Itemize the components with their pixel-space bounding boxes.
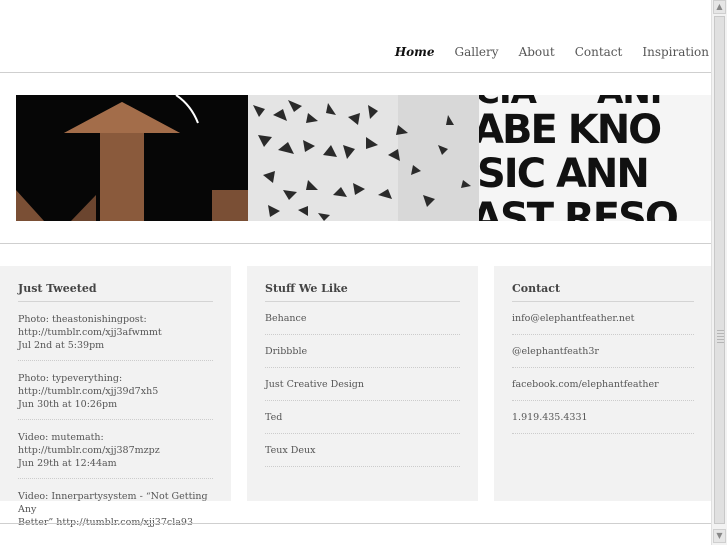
tweet-link[interactable]: http://tumblr.com/xjj3afwmmt xyxy=(18,326,213,339)
grip-icon xyxy=(717,330,724,344)
nav-home[interactable]: Home xyxy=(395,45,435,59)
link-just-creative-design[interactable]: Just Creative Design xyxy=(265,368,460,401)
banner-panel-texture[interactable] xyxy=(247,95,480,221)
contact-twitter[interactable]: @elephantfeath3r xyxy=(512,335,694,368)
tweet-item: Photo: typeverything: http://tumblr.com/… xyxy=(18,361,213,420)
scroll-down-icon[interactable]: ▼ xyxy=(713,529,726,543)
link-ted[interactable]: Ted xyxy=(265,401,460,434)
contact-column: Contact info@elephantfeather.net @elepha… xyxy=(494,266,712,501)
tweet-item: Video: mutemath: http://tumblr.com/xjj38… xyxy=(18,420,213,479)
tweets-column: Just Tweeted Photo: theastonishingpost: … xyxy=(0,266,231,528)
contact-phone: 1.919.435.4331 xyxy=(512,401,694,434)
nav-about[interactable]: About xyxy=(519,45,555,59)
tweet-link[interactable]: http://tumblr.com/xjj39d7xh5 xyxy=(18,385,213,398)
contact-heading: Contact xyxy=(512,266,694,302)
link-teux-deux[interactable]: Teux Deux xyxy=(265,434,460,467)
tweets-heading: Just Tweeted xyxy=(18,266,213,302)
contact-facebook[interactable]: facebook.com/elephantfeather xyxy=(512,368,694,401)
vertical-scrollbar[interactable]: ▲ ▼ xyxy=(711,0,727,545)
tweet-time[interactable]: Jun 29th at 12:44am xyxy=(18,457,213,470)
scrollbar-thumb[interactable] xyxy=(714,16,725,524)
arrow-artwork xyxy=(16,95,248,221)
tweet-time[interactable]: Jun 30th at 10:26pm xyxy=(18,398,213,411)
banner-panel-arrow[interactable] xyxy=(16,95,248,221)
nav-contact[interactable]: Contact xyxy=(575,45,623,59)
banner-divider xyxy=(0,243,712,244)
banner-word-3: AST RESO xyxy=(479,195,677,221)
banner-word-1: ABE KNO xyxy=(479,107,660,153)
nav-gallery[interactable]: Gallery xyxy=(455,45,499,59)
texture-artwork xyxy=(247,95,480,221)
link-dribbble[interactable]: Dribbble xyxy=(265,335,460,368)
banner-panel-typography[interactable]: CIA ANI ABE KNO SIC ANN AST RESO xyxy=(479,95,712,221)
scroll-up-icon[interactable]: ▲ xyxy=(713,0,726,14)
footer-divider xyxy=(0,523,712,524)
contact-email[interactable]: info@elephantfeather.net xyxy=(512,302,694,335)
banner: CIA ANI ABE KNO SIC ANN AST RESO xyxy=(16,95,712,221)
nav-inspiration[interactable]: Inspiration xyxy=(642,45,709,59)
stuff-column: Stuff We Like Behance Dribbble Just Crea… xyxy=(247,266,478,501)
tweet-link[interactable]: http://tumblr.com/xjj387mzpz xyxy=(18,444,213,457)
tweet-item: Video: Innerpartysystem - “Not Getting A… xyxy=(18,479,213,537)
tweet-time[interactable]: Jul 2nd at 5:39pm xyxy=(18,339,213,352)
stuff-heading: Stuff We Like xyxy=(265,266,460,302)
banner-word-2: SIC ANN xyxy=(479,151,648,197)
typography-artwork: CIA ANI ABE KNO SIC ANN AST RESO xyxy=(479,95,712,221)
link-behance[interactable]: Behance xyxy=(265,302,460,335)
main-nav: Home Gallery About Contact Inspiration xyxy=(375,45,709,59)
header-divider xyxy=(0,72,712,73)
tweet-item: Photo: theastonishingpost: http://tumblr… xyxy=(18,302,213,361)
